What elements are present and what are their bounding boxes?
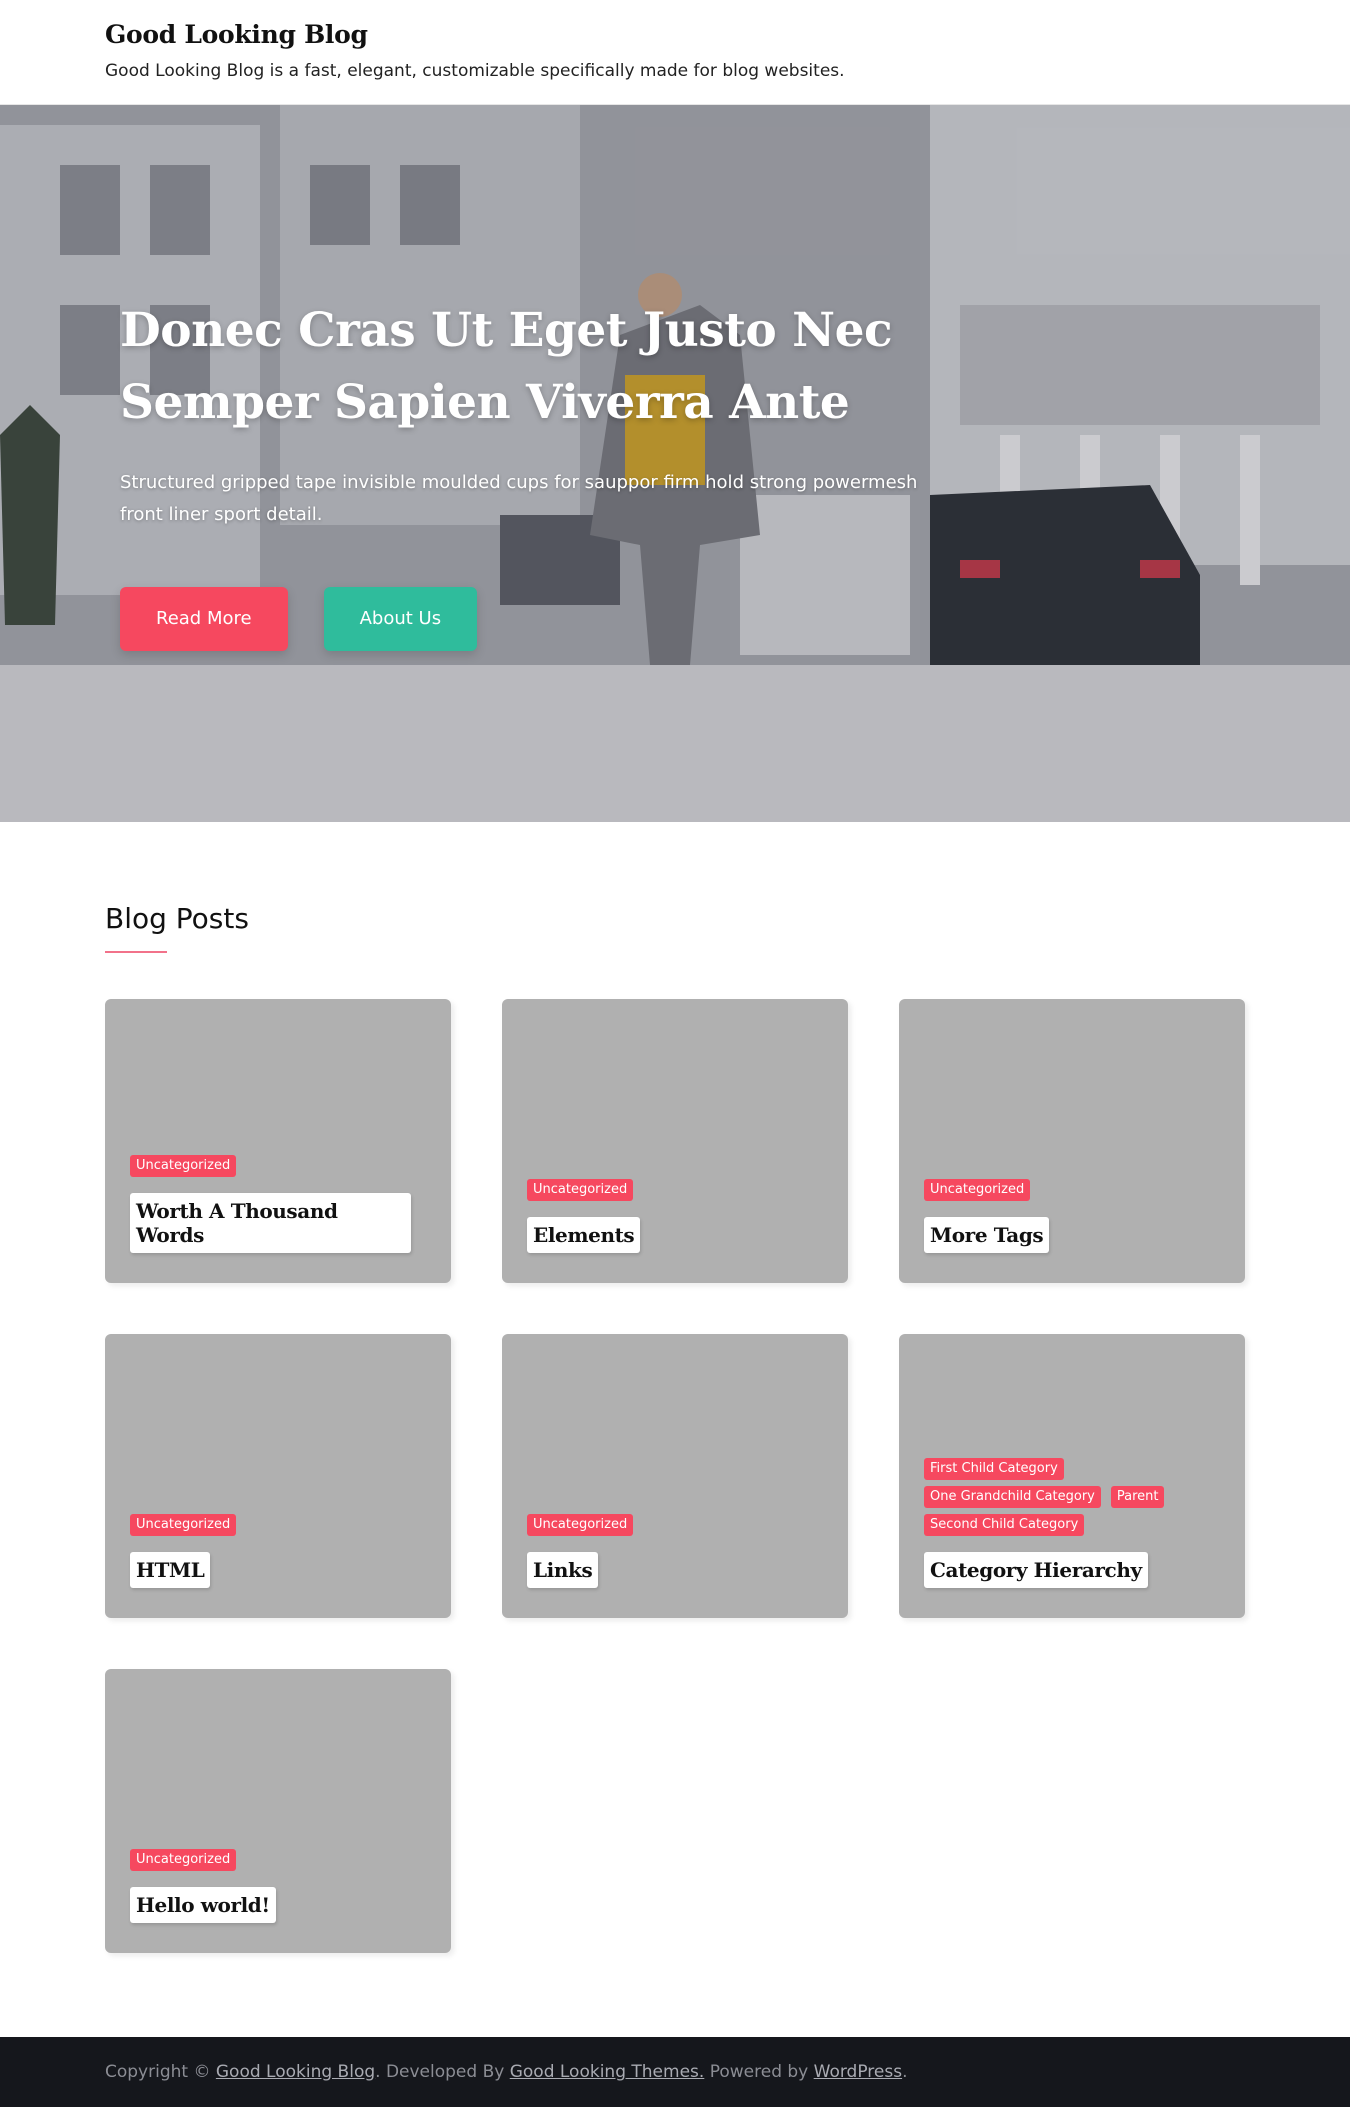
post-card[interactable]: Uncategorized HTML <box>105 1334 451 1618</box>
hero-banner: Donec Cras Ut Eget Justo Nec Semper Sapi… <box>0 105 1350 822</box>
footer-credits: Copyright © Good Looking Blog. Developed… <box>105 2037 1245 2107</box>
hero-title: Donec Cras Ut Eget Justo Nec Semper Sapi… <box>120 303 893 430</box>
blog-post-grid: Uncategorized Worth A Thousand Words Unc… <box>105 999 1245 1953</box>
section-title: Blog Posts <box>105 902 249 935</box>
category-tag[interactable]: Second Child Category <box>924 1514 1085 1536</box>
post-card[interactable]: Uncategorized Elements <box>502 999 848 1283</box>
site-footer: Copyright © Good Looking Blog. Developed… <box>0 2037 1350 2107</box>
powered-by-text: Powered by <box>704 2062 814 2082</box>
hero-buttons: Read More About Us <box>120 587 940 651</box>
site-description: Good Looking Blog is a fast, elegant, cu… <box>105 61 845 81</box>
category-tag[interactable]: First Child Category <box>924 1458 1064 1480</box>
developed-by-text: . Developed By <box>375 2062 510 2082</box>
post-title[interactable]: Worth A Thousand Words <box>130 1193 411 1253</box>
about-us-button[interactable]: About Us <box>323 587 478 651</box>
footer-themes-link[interactable]: Good Looking Themes. <box>510 2062 705 2082</box>
post-title[interactable]: HTML <box>130 1552 211 1588</box>
section-title-underline <box>105 951 167 953</box>
hero-text: Structured gripped tape invisible moulde… <box>120 472 918 525</box>
post-card[interactable]: Uncategorized More Tags <box>899 999 1245 1283</box>
post-card[interactable]: Uncategorized Hello world! <box>105 1669 451 1953</box>
post-card[interactable]: First Child Category One Grandchild Cate… <box>899 1334 1245 1618</box>
category-tag[interactable]: Uncategorized <box>527 1179 634 1201</box>
hero-content: Donec Cras Ut Eget Justo Nec Semper Sapi… <box>120 295 940 651</box>
category-tag[interactable]: Uncategorized <box>130 1514 237 1536</box>
category-tag[interactable]: Uncategorized <box>924 1179 1031 1201</box>
post-card[interactable]: Uncategorized Worth A Thousand Words <box>105 999 451 1283</box>
category-tag[interactable]: Uncategorized <box>130 1155 237 1177</box>
category-tag[interactable]: Uncategorized <box>130 1849 237 1871</box>
site-header: Good Looking Blog Good Looking Blog is a… <box>0 0 1350 105</box>
footer-site-link[interactable]: Good Looking Blog <box>216 2062 375 2082</box>
category-tag[interactable]: One Grandchild Category <box>924 1486 1101 1508</box>
post-title[interactable]: Category Hierarchy <box>924 1552 1148 1588</box>
footer-wordpress-link[interactable]: WordPress <box>814 2062 902 2082</box>
post-title[interactable]: More Tags <box>924 1217 1050 1253</box>
copyright-prefix: Copyright © <box>105 2062 216 2082</box>
category-tag[interactable]: Parent <box>1110 1486 1165 1508</box>
post-card[interactable]: Uncategorized Links <box>502 1334 848 1618</box>
post-title[interactable]: Hello world! <box>130 1887 276 1923</box>
category-tag[interactable]: Uncategorized <box>527 1514 634 1536</box>
post-title[interactable]: Elements <box>527 1217 641 1253</box>
blog-section: Blog Posts Uncategorized Worth A Thousan… <box>0 822 1350 1953</box>
footer-suffix: . <box>902 2062 908 2082</box>
read-more-button[interactable]: Read More <box>120 587 288 651</box>
post-title[interactable]: Links <box>527 1552 599 1588</box>
site-title-link[interactable]: Good Looking Blog <box>105 0 1245 49</box>
